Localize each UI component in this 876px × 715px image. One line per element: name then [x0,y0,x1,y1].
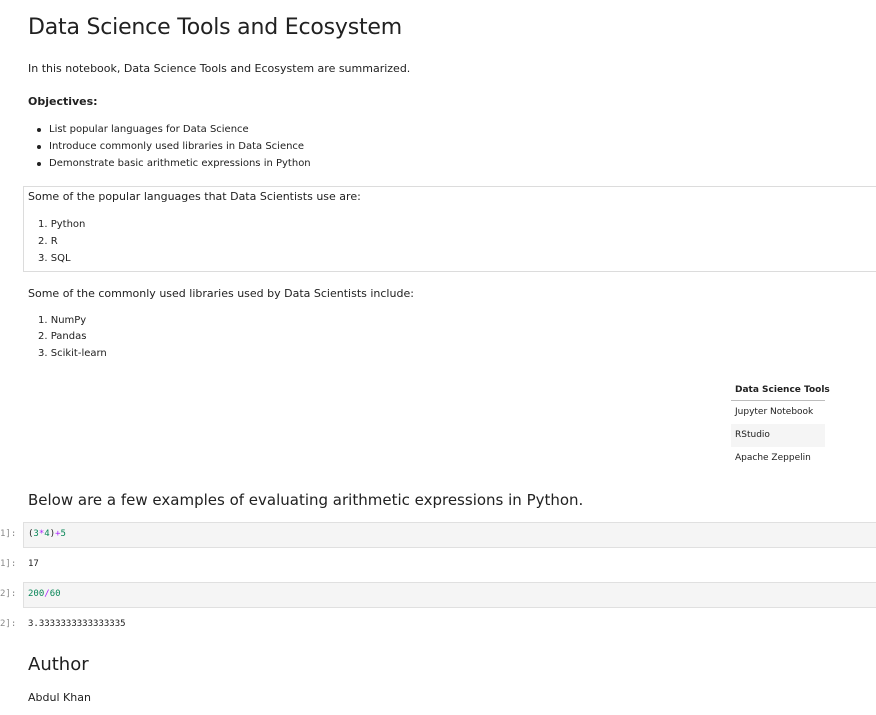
output-prompt: 2]: [0,619,17,629]
code-text[interactable]: (3*4)+5 [28,529,66,539]
input-prompt: 1]: [0,529,17,539]
list-item: List popular languages for Data Science [49,124,249,135]
table-header: Data Science Tools [735,385,830,395]
bullet-icon [37,162,41,166]
list-item: 3. SQL [38,253,71,264]
languages-intro: Some of the popular languages that Data … [28,190,361,203]
code-number: 5 [60,529,66,539]
list-item: 2. Pandas [38,331,87,342]
list-item: Demonstrate basic arithmetic expressions… [49,158,311,169]
code-number: 60 [49,589,61,599]
page-title: Data Science Tools and Ecosystem [28,15,402,40]
bullet-icon [37,145,41,149]
table-cell: Apache Zeppelin [735,453,811,463]
table-row: RStudio [731,424,825,447]
code-text[interactable]: 200/60 [28,589,61,599]
intro-text: In this notebook, Data Science Tools and… [28,62,411,75]
list-item: Introduce commonly used libraries in Dat… [49,141,305,152]
table-cell: Jupyter Notebook [735,407,814,417]
list-item: 2. R [38,236,58,247]
list-item: 1. NumPy [38,315,87,326]
code-cell[interactable]: (3*4)+5 [23,522,876,548]
list-item: 1. Python [38,219,86,230]
cell-output: 3.3333333333333335 [28,619,126,629]
bullet-icon [37,128,41,132]
libraries-intro: Some of the commonly used libraries used… [28,287,414,300]
list-item: 3. Scikit-learn [38,348,107,359]
table-row: Jupyter Notebook [731,401,825,424]
input-prompt: 2]: [0,589,17,599]
output-prompt: 1]: [0,559,17,569]
cell-output: 17 [28,559,39,569]
objectives-heading: Objectives: [28,95,98,108]
author-heading: Author [28,654,89,675]
table-cell: RStudio [735,430,770,440]
examples-heading: Below are a few examples of evaluating a… [28,491,584,509]
code-number: 200 [28,589,45,599]
author-name: Abdul Khan [28,691,91,704]
code-cell[interactable]: 200/60 [23,582,876,608]
table-row: Apache Zeppelin [731,447,825,470]
